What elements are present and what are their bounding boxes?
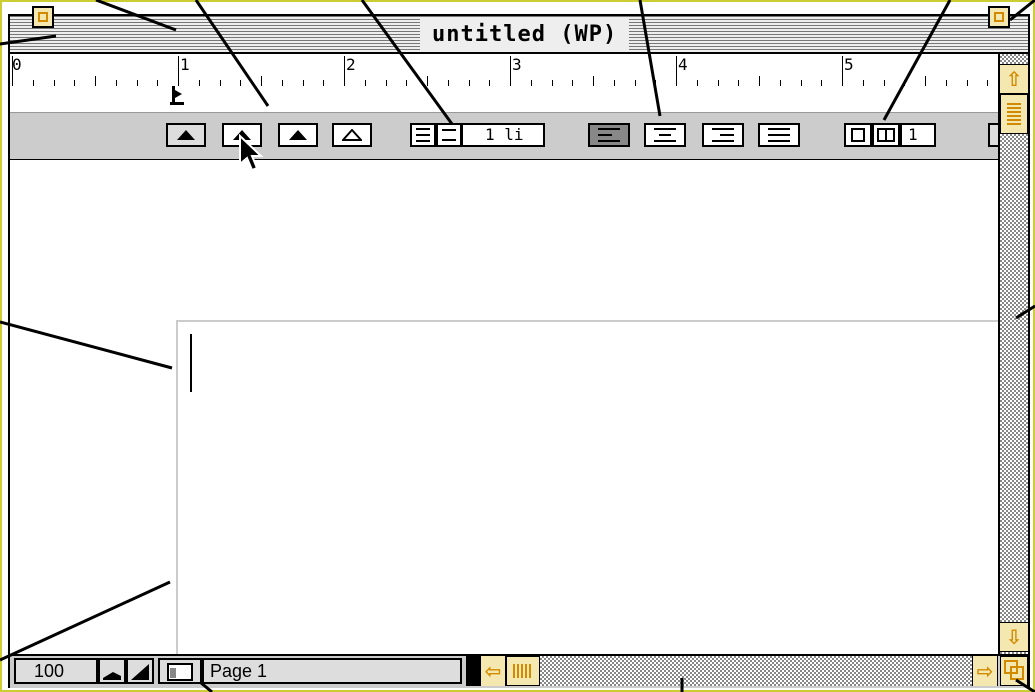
ruler-tick	[261, 76, 262, 86]
ruler-number: 2	[346, 55, 356, 74]
align-justify-icon	[768, 128, 790, 142]
zoom-out-button[interactable]	[98, 658, 126, 684]
resize-grow-box-icon[interactable]	[1000, 656, 1028, 686]
spacing-tight-icon	[416, 128, 430, 142]
align-right-button[interactable]	[702, 123, 744, 147]
ruler-tick	[759, 76, 760, 86]
ruler-number: 5	[844, 55, 854, 74]
align-justify-button[interactable]	[758, 123, 800, 147]
scroll-left-arrow-icon[interactable]: ⇦	[480, 656, 506, 686]
page-sheet[interactable]	[176, 320, 998, 660]
grow-box-glyph	[1004, 660, 1024, 680]
ruler-number: 1	[180, 55, 190, 74]
ruler-tick	[95, 76, 96, 86]
close-box-icon[interactable]	[32, 6, 54, 28]
zoom-out-icon	[103, 672, 121, 680]
line-spacing-field[interactable]: 1 li	[461, 123, 545, 147]
single-column-icon	[851, 128, 865, 142]
title-wrap: untitled (WP)	[420, 18, 630, 50]
ruler-tick	[344, 56, 345, 86]
zoom-percentage-field[interactable]: 100	[14, 658, 98, 684]
indent-marker-icon[interactable]	[170, 86, 188, 108]
scroll-down-arrow-icon[interactable]: ⇩	[1000, 622, 1028, 652]
window-title: untitled (WP)	[432, 21, 618, 47]
spacing-wide-icon	[442, 129, 456, 141]
ruler-number: 4	[678, 55, 688, 74]
right-tab-icon	[289, 130, 307, 140]
vertical-scrollbar[interactable]	[998, 54, 1028, 654]
ruler-tick	[510, 56, 511, 86]
ruler[interactable]: 0 1 2 3 4 5	[10, 54, 1009, 87]
tab-right-button[interactable]	[278, 123, 318, 147]
ruler-tick	[676, 56, 677, 86]
line-spacing-increase-button[interactable]	[436, 123, 462, 147]
align-left-button[interactable]	[588, 123, 630, 147]
ruler-tick	[427, 76, 428, 86]
tab-decimal-button[interactable]	[332, 123, 372, 147]
scroll-right-arrow-icon[interactable]: ⇨	[972, 656, 998, 686]
page-indicator[interactable]: Page 1	[202, 658, 462, 684]
horizontal-scroll-thumb[interactable]	[506, 656, 540, 686]
align-right-icon	[712, 128, 734, 142]
ruler-tick	[12, 56, 13, 86]
text-insertion-caret	[190, 334, 192, 392]
columns-count-field[interactable]: 1	[900, 123, 936, 147]
ruler-tick	[925, 76, 926, 86]
zoom-in-button[interactable]	[126, 658, 154, 684]
title-bar[interactable]: untitled (WP)	[10, 16, 1028, 54]
ruler-number: 0	[12, 55, 22, 74]
column-decrease-button[interactable]	[844, 123, 872, 147]
ruler-marker-strip[interactable]	[10, 86, 998, 112]
ruler-number: 3	[512, 55, 522, 74]
ruler-tick	[593, 76, 594, 86]
vertical-scroll-thumb[interactable]	[1000, 94, 1028, 134]
page-view-button[interactable]	[158, 658, 202, 684]
line-spacing-decrease-button[interactable]	[410, 123, 436, 147]
decimal-tab-icon	[342, 129, 362, 141]
align-center-button[interactable]	[644, 123, 686, 147]
ruler-tick	[178, 56, 179, 86]
column-increase-button[interactable]	[872, 123, 900, 147]
left-tab-icon	[177, 130, 195, 140]
format-bar-overflow	[988, 123, 998, 147]
zoom-box-icon[interactable]	[988, 6, 1010, 28]
two-column-icon	[877, 128, 895, 142]
tab-left-button[interactable]	[166, 123, 206, 147]
align-left-icon	[598, 128, 620, 142]
zoom-in-icon	[131, 664, 149, 680]
scroll-up-arrow-icon[interactable]: ⇧	[1000, 64, 1028, 94]
page-view-icon	[167, 663, 193, 681]
ruler-tick	[842, 56, 843, 86]
horizontal-scrollbar[interactable]	[466, 656, 998, 686]
align-center-icon	[654, 128, 676, 142]
mouse-pointer-icon	[239, 134, 264, 172]
